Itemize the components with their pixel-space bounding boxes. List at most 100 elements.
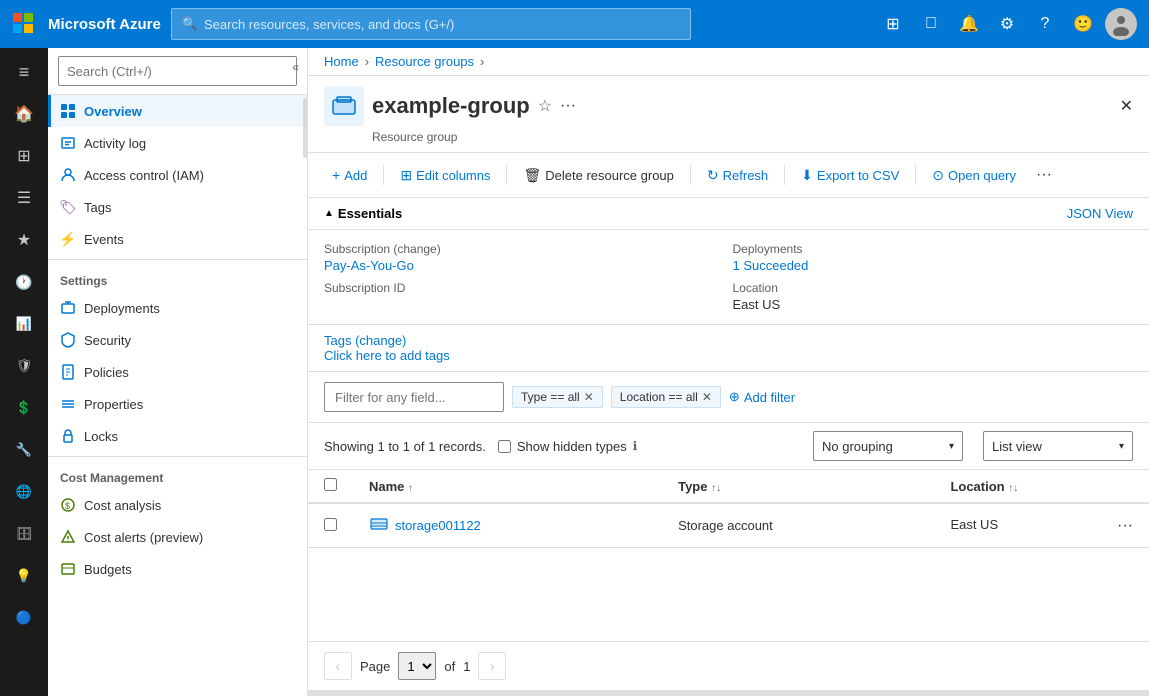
json-view-link[interactable]: JSON View <box>1067 206 1133 221</box>
edit-columns-button[interactable]: ⊞ Edit columns <box>392 162 498 189</box>
search-box[interactable]: 🔍 <box>171 8 691 40</box>
search-input[interactable] <box>204 17 680 32</box>
location-value-cell: East US <box>950 517 998 532</box>
export-button[interactable]: ⬇ Export to CSV <box>793 162 907 189</box>
filter-input[interactable] <box>324 382 504 412</box>
select-all-checkbox[interactable] <box>324 478 337 491</box>
page-select[interactable]: 1 <box>398 652 436 680</box>
notifications-icon[interactable]: 🔔 <box>953 8 985 40</box>
svg-text:$: $ <box>65 501 70 511</box>
table-row: storage001122 Storage account East US ··… <box>308 503 1149 548</box>
nav-item-cost-analysis[interactable]: $ Cost analysis <box>48 489 307 521</box>
toolbar-sep1 <box>383 165 384 185</box>
location-column-header[interactable]: Location ↑↓ <box>934 470 1149 503</box>
refresh-button[interactable]: ↻ Refresh <box>699 162 776 189</box>
sidebar-icon-home[interactable]: 🏠 <box>4 94 44 134</box>
breadcrumb-home[interactable]: Home <box>324 54 359 69</box>
budgets-icon <box>60 561 76 577</box>
toolbar-more-button[interactable]: ··· <box>1028 161 1060 189</box>
location-filter-close[interactable]: ✕ <box>702 390 712 404</box>
sidebar-icon-favorites[interactable]: ★ <box>4 220 44 260</box>
feedback-icon[interactable]: 🙂 <box>1067 8 1099 40</box>
grouping-select-box[interactable]: No grouping ▾ <box>813 431 963 461</box>
nav-item-activity-log[interactable]: Activity log <box>48 127 307 159</box>
nav-item-overview[interactable]: Overview <box>48 95 307 127</box>
rg-close-btn[interactable]: ✕ <box>1120 96 1133 116</box>
toolbar-sep5 <box>915 165 916 185</box>
subscription-link[interactable]: Pay-As-You-Go <box>324 258 414 273</box>
next-page-btn[interactable]: › <box>478 652 506 680</box>
name-column-header[interactable]: Name ↑ <box>353 470 662 503</box>
nav-item-budgets[interactable]: Budgets <box>48 553 307 585</box>
breadcrumb-resource-groups[interactable]: Resource groups <box>375 54 474 69</box>
events-icon: ⚡ <box>60 231 76 247</box>
sidebar-icon-more1[interactable]: 🛡 <box>4 346 44 386</box>
export-icon: ⬇ <box>801 167 813 184</box>
nav-item-events[interactable]: ⚡ Events <box>48 223 307 255</box>
nav-item-tags[interactable]: 🏷 Tags <box>48 191 307 223</box>
add-filter-button[interactable]: ⊕ Add filter <box>729 389 795 405</box>
sidebar-icon-more2[interactable]: 💲 <box>4 388 44 428</box>
nav-item-security[interactable]: Security <box>48 324 307 356</box>
row-more-options[interactable]: ··· <box>1117 517 1133 535</box>
horizontal-scrollbar[interactable] <box>308 690 1149 696</box>
avatar[interactable] <box>1105 8 1137 40</box>
prev-page-btn[interactable]: ‹ <box>324 652 352 680</box>
deployments-link[interactable]: 1 Succeeded <box>733 258 809 273</box>
show-hidden-checkbox[interactable] <box>498 440 511 453</box>
delete-button[interactable]: 🗑 Delete resource group <box>515 162 681 189</box>
view-select-box[interactable]: List view ▾ <box>983 431 1133 461</box>
deployments-label: Deployments <box>733 242 1134 256</box>
rg-more-options[interactable]: ··· <box>560 97 576 115</box>
sidebar-icon-more5[interactable]: 🗄 <box>4 514 44 554</box>
type-filter-close[interactable]: ✕ <box>584 390 594 404</box>
nav-item-locks[interactable]: Locks <box>48 420 307 452</box>
tags-add-link[interactable]: Click here to add tags <box>324 348 450 363</box>
properties-icon <box>60 396 76 412</box>
type-column-header[interactable]: Type ↑↓ <box>662 470 934 503</box>
show-hidden-types: Show hidden types ℹ <box>498 439 637 454</box>
sidebar-icon-recent[interactable]: 🕐 <box>4 262 44 302</box>
add-button[interactable]: + Add <box>324 162 375 188</box>
sidebar-icon-more3[interactable]: 🔧 <box>4 430 44 470</box>
brand-name: Microsoft Azure <box>48 16 161 33</box>
open-query-button[interactable]: ⊙ Open query <box>924 162 1024 189</box>
sidebar-icon-more6[interactable]: 💡 <box>4 556 44 596</box>
storage-name-link[interactable]: storage001122 <box>395 518 481 533</box>
delete-icon: 🗑 <box>523 167 541 184</box>
nav-item-policies[interactable]: Policies <box>48 356 307 388</box>
view-label: List view <box>992 439 1042 454</box>
sidebar-icon-resources[interactable]: ☰ <box>4 178 44 218</box>
cloud-shell-icon[interactable]:  <box>915 8 947 40</box>
essentials-body: Subscription (change) Pay-As-You-Go Depl… <box>308 230 1149 325</box>
tags-change-link[interactable]: Tags (change) <box>324 333 406 348</box>
toolbar: + Add ⊞ Edit columns 🗑 Delete resource g… <box>308 153 1149 198</box>
total-pages: 1 <box>463 659 470 674</box>
nav-item-cost-alerts[interactable]: Cost alerts (preview) <box>48 521 307 553</box>
row-checkbox[interactable] <box>324 518 337 531</box>
nav-item-iam[interactable]: Access control (IAM) <box>48 159 307 191</box>
essentials-toggle-btn[interactable]: ▲ Essentials <box>324 206 402 221</box>
help-icon[interactable]: ? <box>1029 8 1061 40</box>
settings-icon[interactable]: ⚙ <box>991 8 1023 40</box>
grouping-label: No grouping <box>822 439 893 454</box>
essentials-subscription: Subscription (change) Pay-As-You-Go <box>324 242 725 273</box>
rg-favorite-star[interactable]: ☆ <box>538 96 552 116</box>
nav-search-input[interactable] <box>58 56 297 86</box>
sidebar-icon-monitor[interactable]: 📊 <box>4 304 44 344</box>
nav-collapse-btn[interactable]: « <box>288 56 303 78</box>
nav-item-deployments[interactable]: Deployments <box>48 292 307 324</box>
grouping-selector[interactable]: No grouping ▾ <box>813 431 963 461</box>
sidebar-icon-dashboard[interactable]: ⊞ <box>4 136 44 176</box>
portal-menu-icon[interactable]: ⊞ <box>877 8 909 40</box>
sidebar-icon-more7[interactable]: 🔵 <box>4 598 44 638</box>
activity-log-icon <box>60 135 76 151</box>
cost-analysis-icon: $ <box>60 497 76 513</box>
sidebar-icon-more4[interactable]: 🌐 <box>4 472 44 512</box>
view-selector[interactable]: List view ▾ <box>983 431 1133 461</box>
row-location-cell: East US ··· <box>934 503 1149 548</box>
nav-item-properties[interactable]: Properties <box>48 388 307 420</box>
name-col-label: Name <box>369 479 404 494</box>
sidebar-expand-icon[interactable]: ≡ <box>4 52 44 92</box>
policies-icon <box>60 364 76 380</box>
